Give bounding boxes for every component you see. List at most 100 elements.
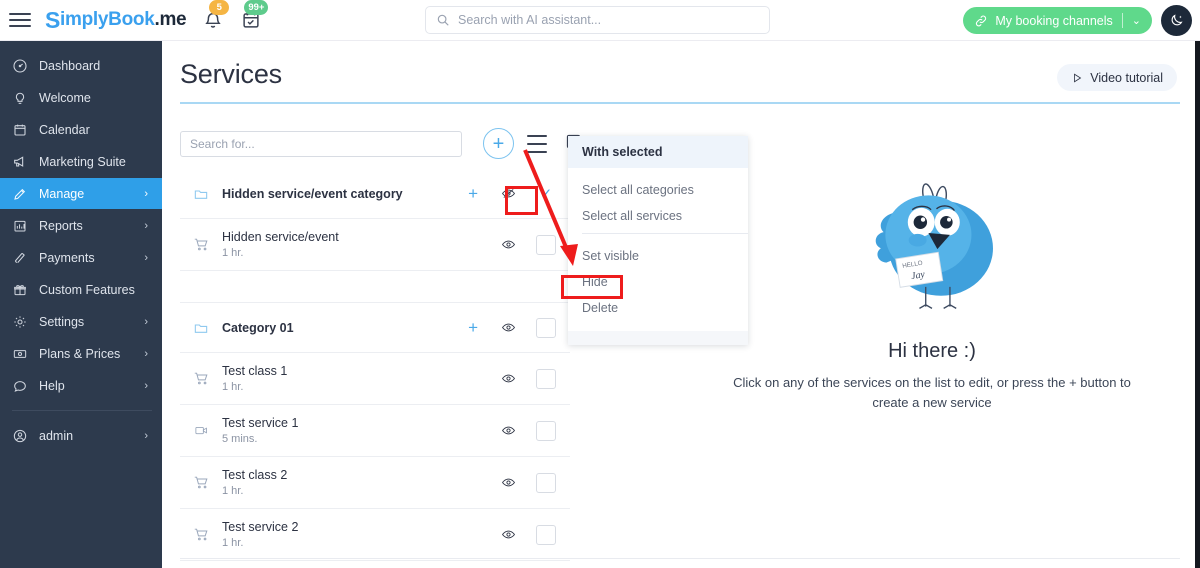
menu-item-hide[interactable]: Hide [568, 269, 748, 295]
table-row[interactable]: Hidden service/event category + ✓ [180, 169, 570, 219]
dropdown-group-select: Select all categories Select all service… [568, 168, 748, 233]
money-icon [12, 345, 32, 363]
simplybook-logo[interactable]: SimplyBook .me [45, 7, 187, 34]
sidebar-item-marketing-suite[interactable]: Marketing Suite [0, 146, 162, 177]
list-options-button[interactable] [527, 135, 547, 153]
menu-item-select-all-categories[interactable]: Select all categories [568, 177, 748, 203]
sidebar-item-label: Settings [39, 314, 85, 329]
video-icon [190, 423, 212, 438]
services-list: Hidden service/event category + ✓ Hidden… [180, 169, 570, 561]
sidebar-item-custom-features[interactable]: Custom Features [0, 274, 162, 305]
row-checkbox[interactable] [536, 472, 556, 493]
sidebar-item-dashboard[interactable]: Dashboard [0, 50, 162, 81]
sidebar-item-help[interactable]: Help › [0, 370, 162, 401]
chevron-right-icon: › [144, 187, 148, 200]
eye-icon[interactable] [498, 475, 518, 491]
user-circle-icon [12, 427, 32, 445]
chevron-down-icon[interactable]: ⌄ [1132, 14, 1141, 27]
chat-bubble-icon [12, 377, 32, 395]
sidebar-item-welcome[interactable]: Welcome [0, 82, 162, 113]
sidebar-item-label: Calendar [39, 122, 90, 137]
table-row[interactable]: Category 01 + [180, 303, 570, 353]
empty-state-text: Click on any of the services on the list… [733, 375, 1131, 410]
booking-button-divider [1121, 13, 1123, 28]
my-booking-channels-button[interactable]: My booking channels ⌄ [963, 7, 1152, 34]
eye-icon[interactable] [498, 527, 518, 543]
folder-icon [190, 186, 212, 202]
sidebar-item-label: Payments [39, 250, 95, 265]
sidebar-item-admin[interactable]: admin › [0, 420, 162, 451]
notifications-button[interactable]: 5 [202, 0, 230, 31]
row-checkbox[interactable] [536, 368, 556, 389]
megaphone-icon [12, 153, 32, 171]
sidebar-item-reports[interactable]: Reports › [0, 210, 162, 241]
services-search-input[interactable] [180, 131, 462, 157]
main-content: Services Video tutorial + Hidden service… [162, 41, 1200, 568]
row-selected-check[interactable]: ✓ [536, 184, 556, 204]
menu-item-delete[interactable]: Delete [568, 295, 748, 321]
logo-dark-text: .me [154, 9, 187, 30]
list-spacer [180, 271, 570, 303]
table-row[interactable]: Test service 1 5 mins. [180, 405, 570, 457]
add-service-to-category-button[interactable]: + [468, 319, 478, 336]
cart-icon [190, 370, 212, 387]
sidebar-item-manage[interactable]: Manage › [0, 178, 162, 209]
calendar-icon [12, 121, 32, 139]
table-row[interactable]: Test service 2 1 hr. [180, 509, 570, 561]
chevron-right-icon: › [144, 251, 148, 264]
theme-toggle-button[interactable] [1161, 5, 1192, 36]
add-service-button[interactable]: + [483, 128, 514, 159]
pencil-icon [12, 185, 32, 203]
dropdown-group-actions: Set visible Hide Delete [568, 234, 748, 325]
sidebar-item-label: Welcome [39, 90, 91, 105]
hamburger-icon[interactable] [9, 9, 31, 31]
chevron-right-icon: › [144, 219, 148, 232]
plus-icon: + [492, 132, 505, 155]
search-icon [437, 14, 449, 26]
dashboard-icon [12, 57, 32, 75]
sidebar-item-settings[interactable]: Settings › [0, 306, 162, 337]
sidebar-divider [12, 410, 152, 411]
ai-search-input[interactable] [458, 13, 748, 27]
eye-icon[interactable] [498, 423, 518, 439]
eye-icon[interactable] [498, 371, 518, 387]
add-service-to-category-button[interactable]: + [468, 185, 478, 202]
eye-hidden-icon[interactable] [498, 186, 518, 202]
menu-item-select-all-services[interactable]: Select all services [568, 203, 748, 229]
row-checkbox[interactable] [536, 234, 556, 255]
booking-channels-label: My booking channels [995, 13, 1113, 28]
sidebar-item-label: admin [39, 428, 74, 443]
sidebar-item-label: Reports [39, 218, 83, 233]
row-checkbox[interactable] [536, 317, 556, 338]
eye-icon[interactable] [498, 237, 518, 253]
menu-item-set-visible[interactable]: Set visible [568, 243, 748, 269]
top-bar: SimplyBook.me 5 99+ My booking channels … [0, 0, 1200, 41]
bar-chart-icon [12, 217, 32, 235]
payments-icon [12, 249, 32, 267]
gift-icon [12, 281, 32, 299]
eye-icon[interactable] [498, 320, 518, 336]
sidebar-item-label: Marketing Suite [39, 154, 126, 169]
empty-state: HELLO Jay Hi there :) Click on any of th… [722, 181, 1142, 413]
sidebar-item-label: Manage [39, 186, 85, 201]
dropdown-header: With selected [568, 136, 748, 168]
cart-icon [190, 236, 212, 253]
folder-icon [190, 320, 212, 336]
sidebar-item-payments[interactable]: Payments › [0, 242, 162, 273]
table-row[interactable]: Hidden service/event 1 hr. [180, 219, 570, 271]
table-row[interactable]: Test class 1 1 hr. [180, 353, 570, 405]
cart-icon [190, 474, 212, 491]
sidebar-item-plans-prices[interactable]: Plans & Prices › [0, 338, 162, 369]
cart-icon [190, 526, 212, 543]
table-row[interactable]: Test class 2 1 hr. [180, 457, 570, 509]
link-icon [976, 15, 987, 26]
gear-icon [12, 313, 32, 331]
tasks-button[interactable]: 99+ [240, 0, 269, 31]
row-checkbox[interactable] [536, 420, 556, 441]
ai-search-box[interactable] [425, 6, 770, 34]
sidebar-item-calendar[interactable]: Calendar [0, 114, 162, 145]
chevron-right-icon: › [144, 379, 148, 392]
row-checkbox[interactable] [536, 524, 556, 545]
video-tutorial-button[interactable]: Video tutorial [1057, 64, 1177, 91]
chevron-right-icon: › [144, 429, 148, 442]
